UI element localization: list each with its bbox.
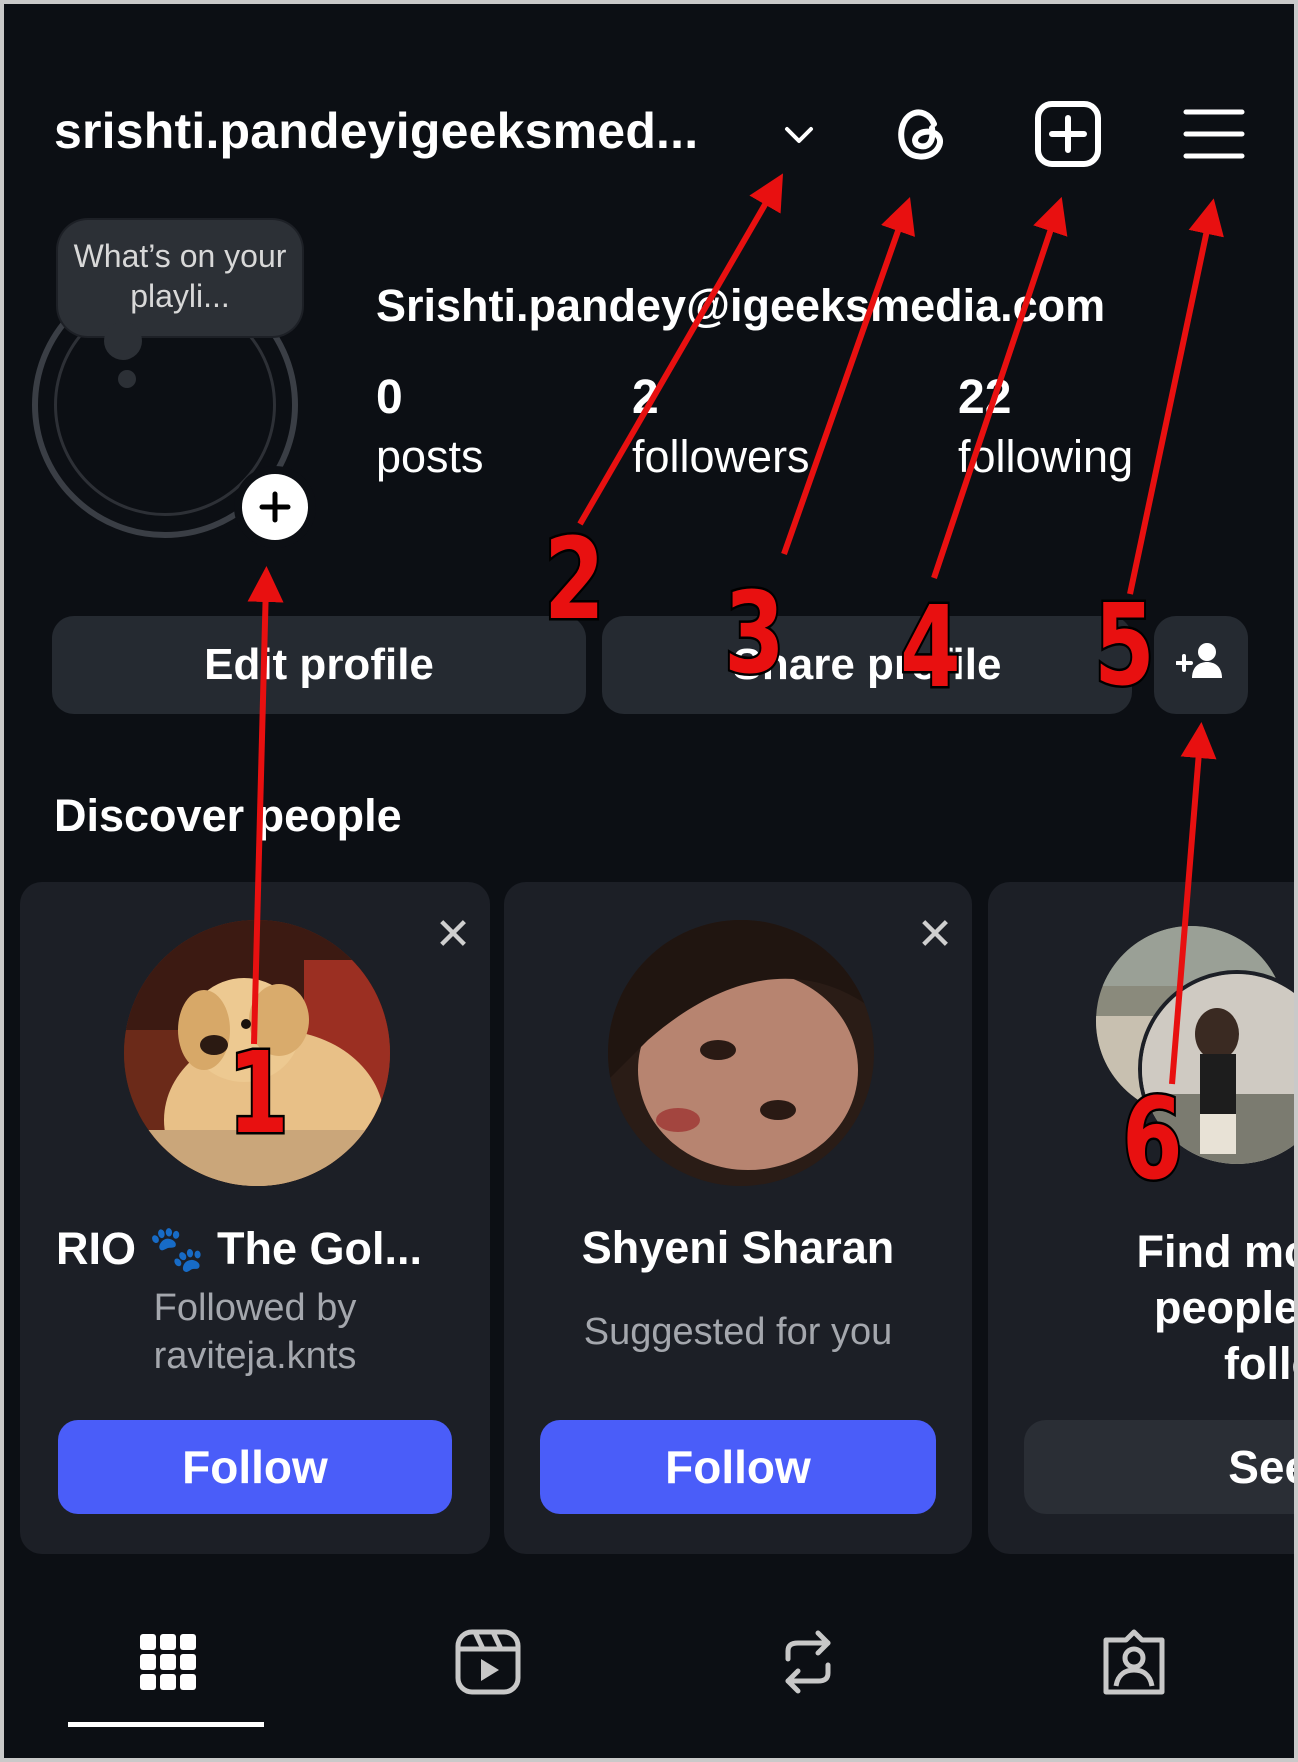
note-bubble-tail-dot [118, 370, 136, 388]
chevron-down-icon[interactable] [764, 100, 834, 170]
follow-button[interactable]: Follow [58, 1420, 452, 1514]
annotation-number: 5 [1092, 581, 1157, 711]
stat-value: 0 [376, 371, 403, 424]
threads-icon[interactable] [886, 98, 958, 170]
suggestion-card[interactable]: ✕ RIO 🐾 The Gol... Followed by raviteja.… [20, 882, 490, 1554]
stat-label: posts [376, 431, 484, 482]
grid-icon[interactable] [128, 1622, 208, 1702]
suggestion-name[interactable]: Shyeni Sharan [504, 1222, 972, 1274]
find-more-card[interactable]: Find more people to follow See all [988, 882, 1294, 1554]
stat-following[interactable]: 22 following [958, 370, 1133, 483]
annotation-number: 4 [898, 583, 963, 713]
edit-profile-button[interactable]: Edit profile [52, 616, 586, 714]
share-profile-button[interactable]: Share profile [602, 616, 1132, 714]
profile-photo-person[interactable] [608, 920, 874, 1186]
suggestion-card[interactable]: ✕ Shyeni Sharan Suggested for you Follow [504, 882, 972, 1554]
suggestion-name[interactable]: RIO 🐾 The Gol... [56, 1222, 422, 1275]
annotation-number: 3 [722, 569, 787, 699]
active-tab-indicator [68, 1722, 264, 1727]
annotation-number: 2 [542, 515, 607, 645]
suggestion-subtitle: Followed by raviteja.knts [153, 1287, 357, 1377]
reposts-icon[interactable] [768, 1622, 848, 1702]
stat-value: 22 [958, 371, 1012, 424]
discover-people-title: Discover people [54, 790, 402, 841]
note-bubble-tail [104, 322, 142, 360]
stat-followers[interactable]: 2 followers [632, 370, 810, 483]
close-icon[interactable]: ✕ [910, 910, 960, 960]
follow-button[interactable]: Follow [540, 1420, 936, 1514]
close-icon[interactable]: ✕ [428, 910, 478, 960]
discover-people-button[interactable] [1154, 616, 1248, 714]
username-title[interactable]: srishti.pandeyigeeksmed... [54, 102, 698, 160]
stat-posts[interactable]: 0 posts [376, 370, 484, 483]
see-all-button[interactable]: See all [1024, 1420, 1294, 1514]
menu-icon[interactable] [1178, 98, 1250, 170]
suggestion-subtitle: Suggested for you [583, 1311, 893, 1353]
stat-label: following [958, 431, 1134, 482]
annotation-number: 6 [1120, 1075, 1185, 1205]
add-story-button[interactable] [234, 466, 316, 548]
add-person-icon [1175, 640, 1226, 691]
note-text: What’s on your playli... [73, 238, 287, 314]
plus-icon [242, 474, 308, 540]
find-more-title: Find more people to follow [1136, 1226, 1294, 1389]
create-post-icon[interactable] [1032, 98, 1104, 170]
display-name: Srishti.pandey@igeeksmedia.com [376, 280, 1106, 331]
tagged-icon[interactable] [1094, 1622, 1174, 1702]
reels-icon[interactable] [448, 1622, 528, 1702]
annotation-number: 1 [226, 1029, 291, 1159]
app-screen: srishti.pandeyigeeksmed... What’s on you… [4, 4, 1294, 1758]
stat-value: 2 [632, 371, 659, 424]
stat-label: followers [632, 431, 810, 482]
